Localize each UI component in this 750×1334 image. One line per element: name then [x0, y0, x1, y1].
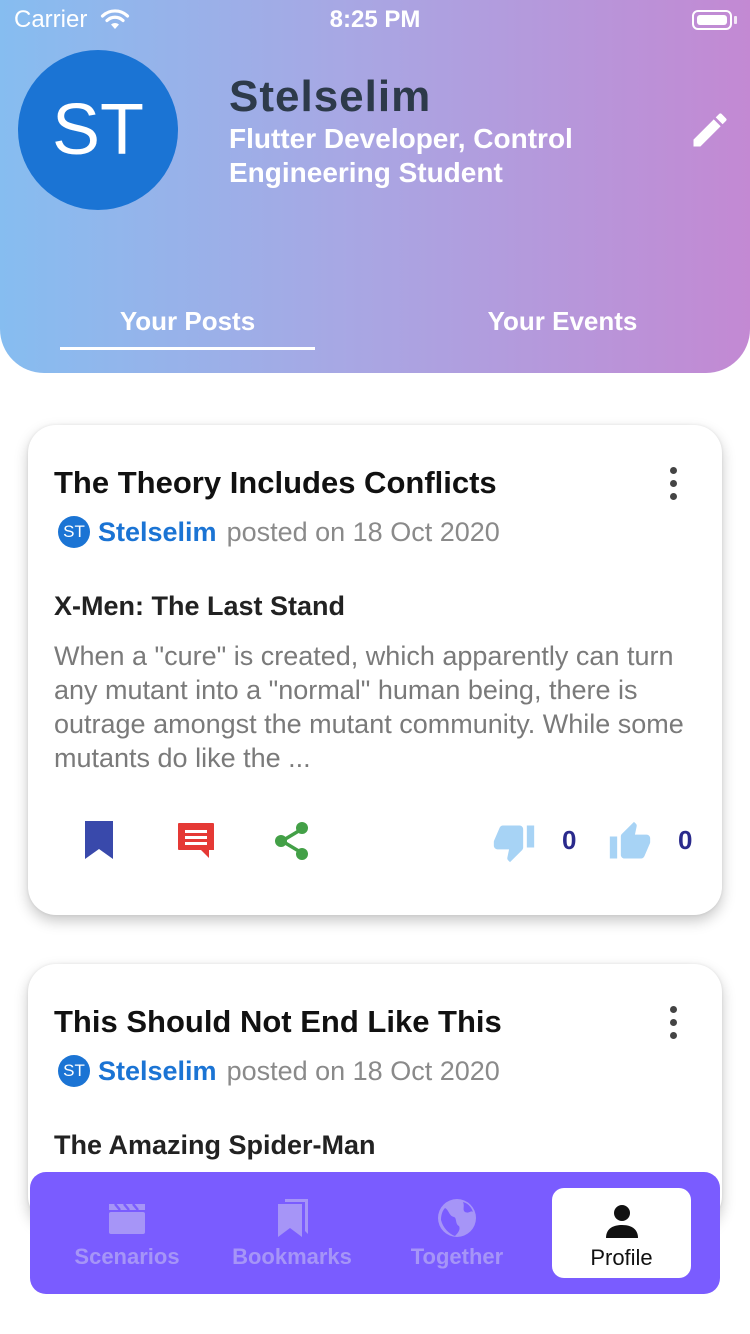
- nav-label: Bookmarks: [232, 1244, 352, 1269]
- tab-your-posts[interactable]: Your Posts: [60, 306, 315, 337]
- bookmark-icon[interactable]: [84, 820, 114, 860]
- clock: 8:25 PM: [329, 6, 421, 33]
- more-options-icon[interactable]: [658, 463, 688, 503]
- author-avatar[interactable]: ST: [58, 516, 90, 548]
- tab-your-events[interactable]: Your Events: [435, 306, 690, 337]
- globe-icon: [438, 1199, 476, 1237]
- more-options-icon[interactable]: [658, 1002, 688, 1042]
- profile-header: Carrier 8:25 PM ST Stelselim Flutter Dev…: [0, 0, 750, 373]
- edit-icon[interactable]: [688, 108, 732, 152]
- post-description: When a "cure" is created, which apparent…: [54, 641, 684, 773]
- person-icon: [606, 1205, 638, 1238]
- dislike-count: 0: [562, 825, 577, 855]
- nav-item-together[interactable]: Together: [382, 1172, 532, 1294]
- post-title: The Theory Includes Conflicts: [54, 465, 497, 500]
- dislike-icon[interactable]: [490, 820, 538, 864]
- movie-title: X-Men: The Last Stand: [54, 591, 346, 621]
- post-meta: ST Stelselim posted on 18 Oct 2020: [58, 1054, 500, 1088]
- nav-label: Together: [410, 1244, 504, 1269]
- bottom-navigation: Scenarios Bookmarks Together Profile: [30, 1172, 720, 1294]
- status-bar: Carrier 8:25 PM: [0, 0, 750, 40]
- post-card[interactable]: The Theory Includes Conflicts ST Stelsel…: [28, 425, 722, 915]
- author-avatar[interactable]: ST: [58, 1055, 90, 1087]
- author-name[interactable]: Stelselim: [98, 517, 217, 548]
- nav-item-profile[interactable]: Profile: [552, 1188, 691, 1278]
- nav-label: Profile: [590, 1245, 653, 1270]
- like-count: 0: [678, 825, 693, 855]
- like-icon[interactable]: [606, 820, 654, 864]
- avatar[interactable]: ST: [18, 50, 178, 210]
- profile-bio: Flutter Developer, Control Engineering S…: [229, 123, 573, 188]
- post-title: This Should Not End Like This: [54, 1004, 502, 1039]
- bookmarks-icon: [278, 1199, 308, 1237]
- clapperboard-icon: [109, 1203, 145, 1234]
- tab-indicator: [60, 347, 315, 350]
- share-icon[interactable]: [272, 820, 312, 862]
- author-name[interactable]: Stelselim: [98, 1056, 217, 1087]
- nav-item-scenarios[interactable]: Scenarios: [52, 1172, 202, 1294]
- profile-name: Stelselim: [229, 72, 432, 121]
- movie-title: The Amazing Spider-Man: [54, 1130, 376, 1160]
- nav-item-bookmarks[interactable]: Bookmarks: [217, 1172, 367, 1294]
- post-meta: ST Stelselim posted on 18 Oct 2020: [58, 515, 500, 549]
- nav-label: Scenarios: [74, 1244, 180, 1269]
- post-date: posted on 18 Oct 2020: [226, 516, 500, 547]
- battery-icon: [692, 10, 732, 30]
- battery-tip: [734, 16, 737, 24]
- comment-icon[interactable]: [176, 820, 216, 860]
- post-date: posted on 18 Oct 2020: [226, 1055, 500, 1086]
